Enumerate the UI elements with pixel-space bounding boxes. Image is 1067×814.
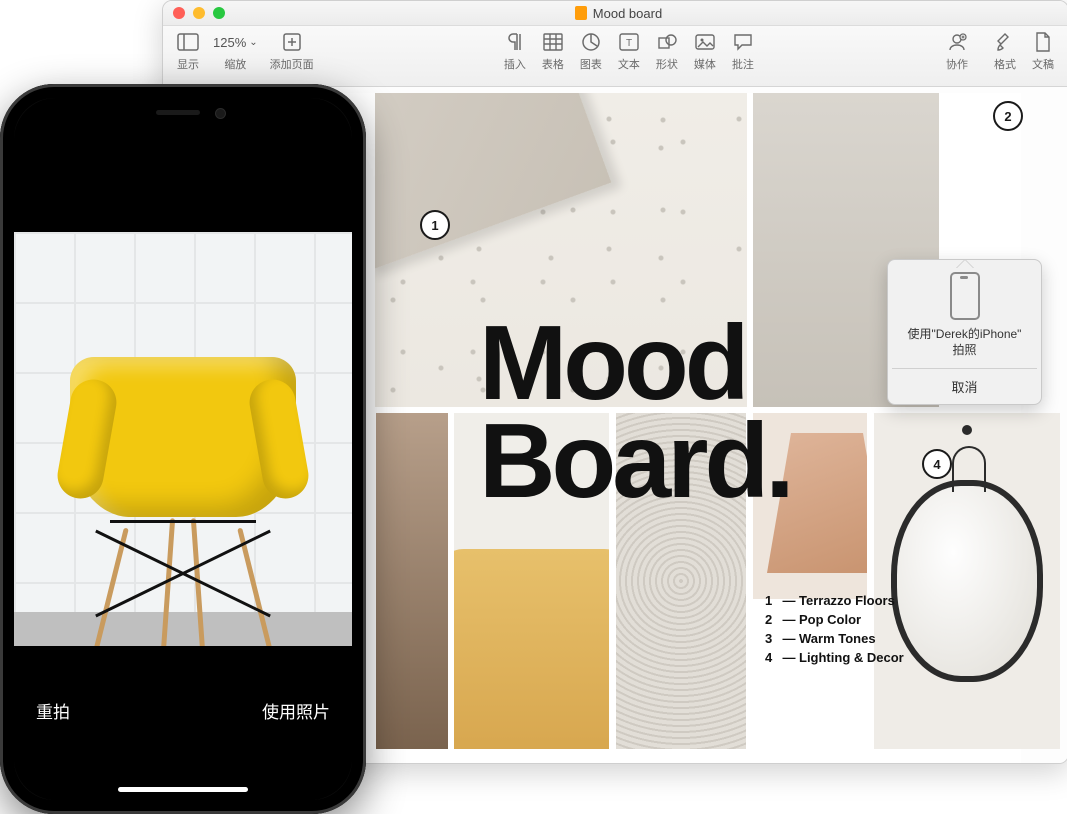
document-title-text: Mood board (593, 6, 662, 21)
toolbar-view[interactable]: 显示 (175, 31, 201, 72)
chevron-down-icon: ⌄ (249, 37, 257, 48)
toolbar-comment-label: 批注 (732, 56, 754, 72)
headline-line-2: Board. (479, 413, 791, 511)
iphone-screen: 重拍 使用照片 (14, 98, 352, 800)
toolbar-table-label: 表格 (542, 56, 564, 72)
toolbar-shape-label: 形状 (656, 56, 678, 72)
table-icon (540, 31, 566, 53)
window-titlebar: Mood board (163, 1, 1067, 26)
window-maximize-button[interactable] (213, 7, 225, 19)
toolbar-add-page[interactable]: 添加页面 (270, 31, 314, 72)
toolbar-collaborate[interactable]: 协作 (944, 31, 970, 72)
headline-line-1: Mood (479, 315, 791, 413)
image-tile-mirror[interactable] (874, 413, 1060, 749)
toolbar-view-label: 显示 (177, 56, 199, 72)
document-title: Mood board (233, 6, 1004, 21)
comment-icon (730, 31, 756, 53)
toolbar-zoom-label: 缩放 (224, 56, 246, 72)
photo-chair-legs (80, 514, 286, 664)
toolbar-table[interactable]: 表格 (540, 31, 566, 72)
toolbar-insert-label: 插入 (504, 56, 526, 72)
shape-icon (654, 31, 680, 53)
use-photo-button[interactable]: 使用照片 (262, 698, 330, 723)
toolbar-media[interactable]: 媒体 (692, 31, 718, 72)
toolbar-document-label: 文稿 (1032, 56, 1054, 72)
toolbar-insert[interactable]: 插入 (502, 31, 528, 72)
toolbar-shape[interactable]: 形状 (654, 31, 680, 72)
toolbar-text-label: 文本 (618, 56, 640, 72)
iphone-outline-icon (950, 272, 980, 320)
home-indicator[interactable] (118, 787, 248, 792)
callout-badge-2[interactable]: 2 (993, 101, 1023, 131)
continuity-camera-popover: 使用"Derek的iPhone" 拍照 取消 (887, 259, 1042, 405)
textbox-icon: T (616, 31, 642, 53)
chart-icon (578, 31, 604, 53)
add-page-icon (279, 31, 305, 53)
mirror-hook-icon (962, 425, 972, 435)
iphone-device: 重拍 使用照片 (0, 84, 366, 814)
toolbar-format[interactable]: 格式 (992, 31, 1018, 72)
toolbar-collaborate-label: 协作 (946, 56, 968, 72)
callout-badge-1[interactable]: 1 (420, 210, 450, 240)
pages-document-icon (575, 6, 587, 20)
legend-item: 4—Lighting & Decor (765, 650, 904, 665)
toolbar-text[interactable]: T 文本 (616, 31, 642, 72)
legend-item: 1—Terrazzo Floors (765, 593, 904, 608)
mirror-shape-icon (891, 480, 1043, 682)
document-headline[interactable]: Mood Board. (479, 315, 791, 510)
toolbar: 显示 125% ⌄ 缩放 添加页面 (163, 26, 1067, 87)
camera-bottom-bar: 重拍 使用照片 (14, 646, 352, 800)
window-close-button[interactable] (173, 7, 185, 19)
svg-text:T: T (626, 38, 632, 49)
window-minimize-button[interactable] (193, 7, 205, 19)
image-icon (692, 31, 718, 53)
pilcrow-icon (502, 31, 528, 53)
legend-item: 2—Pop Color (765, 612, 904, 627)
toolbar-chart-label: 图表 (580, 56, 602, 72)
popover-cancel-button[interactable]: 取消 (892, 368, 1037, 404)
paintbrush-icon (992, 31, 1018, 53)
toolbar-add-page-label: 添加页面 (270, 56, 314, 72)
popover-line-1: 使用"Derek的iPhone" (908, 327, 1022, 341)
sidebar-icon (175, 31, 201, 53)
legend-item: 3—Warm Tones (765, 631, 904, 646)
image-tile-wood[interactable] (376, 413, 448, 749)
popover-message: 使用"Derek的iPhone" 拍照 (892, 326, 1037, 368)
toolbar-document[interactable]: 文稿 (1030, 31, 1056, 72)
popover-line-2: 拍照 (952, 343, 976, 357)
photo-chair-seat (70, 357, 296, 517)
legend-list[interactable]: 1—Terrazzo Floors 2—Pop Color 3—Warm Ton… (765, 593, 904, 669)
callout-badge-4[interactable]: 4 (922, 449, 952, 479)
collaborate-icon (944, 31, 970, 53)
toolbar-zoom-value: 125% (213, 35, 246, 50)
toolbar-format-label: 格式 (994, 56, 1016, 72)
document-icon (1030, 31, 1056, 53)
toolbar-zoom[interactable]: 125% ⌄ 缩放 (213, 31, 258, 72)
toolbar-comment[interactable]: 批注 (730, 31, 756, 72)
iphone-notch (98, 98, 268, 126)
camera-viewfinder[interactable] (14, 232, 352, 672)
toolbar-chart[interactable]: 图表 (578, 31, 604, 72)
toolbar-media-label: 媒体 (694, 56, 716, 72)
retake-button[interactable]: 重拍 (36, 698, 70, 723)
